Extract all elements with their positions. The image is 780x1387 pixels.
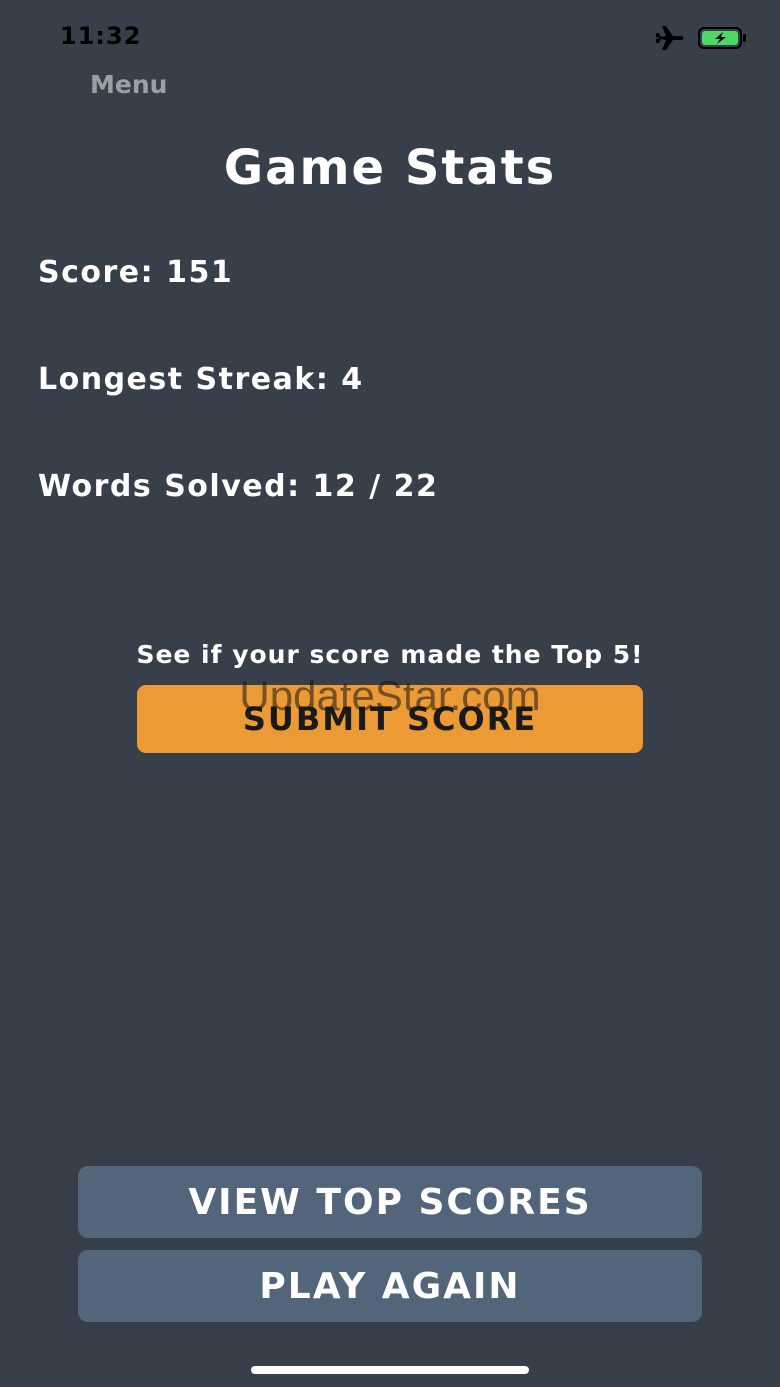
battery-charging-icon [698,27,746,49]
play-again-button[interactable]: PLAY AGAIN [78,1250,702,1322]
submit-score-button[interactable]: SUBMIT SCORE [137,685,643,753]
page-title: Game Stats [223,140,557,196]
score-stat: Score: 151 [38,255,234,290]
view-top-scores-button[interactable]: VIEW TOP SCORES [78,1166,702,1238]
airplane-icon [656,26,684,50]
status-icons [654,24,748,52]
status-time: 11:32 [60,22,142,50]
menu-button[interactable]: Menu [90,70,167,99]
longest-streak-stat: Longest Streak: 4 [38,362,364,397]
words-solved-stat: Words Solved: 12 / 22 [38,469,439,504]
top5-prompt: See if your score made the Top 5! [136,640,644,669]
home-indicator[interactable] [251,1366,529,1374]
